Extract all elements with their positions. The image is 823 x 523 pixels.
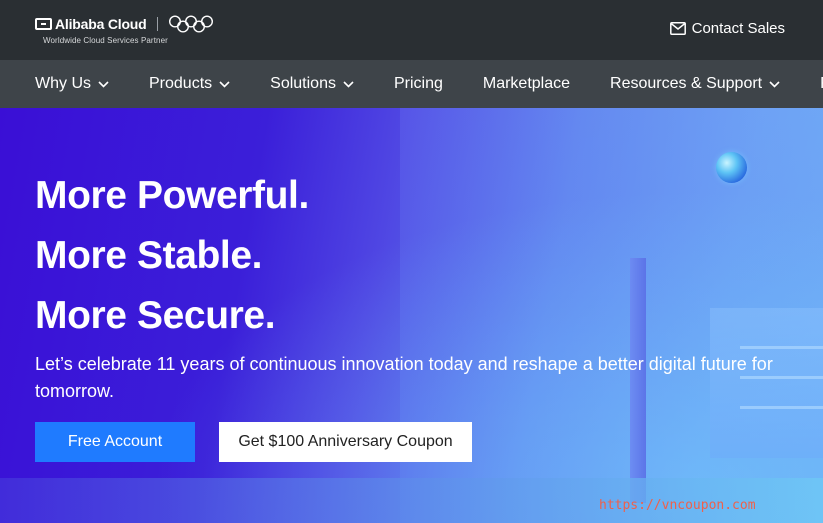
hero-banner: More Powerful. More Stable. More Secure.…: [0, 108, 823, 523]
brand-tagline: Worldwide Cloud Services Partner: [43, 36, 168, 45]
hero-headline-stable: More Stable.: [35, 234, 263, 277]
nav-item-solutions[interactable]: Solutions: [270, 75, 354, 93]
contact-sales-label: Contact Sales: [691, 20, 785, 37]
mail-icon: [669, 22, 686, 35]
nav-item-resources-support[interactable]: Resources & Support: [610, 75, 780, 93]
hero-background-step-line: [740, 406, 823, 409]
hero-subtext: Let’s celebrate 11 years of continuous i…: [35, 354, 773, 401]
chevron-down-icon: [219, 80, 230, 88]
top-bar: Alibaba Cloud Worldwide Cloud Services P…: [0, 0, 823, 60]
nav-item-marketplace[interactable]: Marketplace: [483, 75, 570, 93]
free-account-button[interactable]: Free Account: [35, 422, 195, 462]
nav-item-label: Products: [149, 75, 213, 92]
hero-background-step-line: [740, 346, 823, 349]
chevron-down-icon: [98, 80, 109, 88]
watermark-text: https://vncoupon.com: [599, 498, 756, 513]
main-navigation: Why Us Products Solutions Pricing Market…: [0, 60, 823, 108]
nav-item-label: Marketplace: [482, 75, 571, 92]
nav-item-label: Resources & Support: [610, 75, 763, 92]
contact-sales-link[interactable]: Contact Sales: [669, 20, 785, 37]
brand-name: Alibaba Cloud: [55, 16, 147, 32]
brand-logo[interactable]: Alibaba Cloud Worldwide Cloud Services P…: [35, 15, 215, 47]
alibaba-cloud-logo-icon: [35, 18, 52, 30]
nav-item-label: Why Us: [35, 75, 91, 92]
hero-headline-powerful: More Powerful.: [35, 174, 309, 217]
hero-headline-secure: More Secure.: [35, 294, 276, 337]
chevron-down-icon: [769, 80, 780, 88]
nav-item-pricing[interactable]: Pricing: [394, 75, 443, 93]
nav-item-label: Solutions: [270, 75, 336, 92]
olympic-rings-icon: [168, 15, 213, 33]
bubble-decoration-icon: [716, 152, 747, 183]
logo-divider: [156, 17, 158, 31]
nav-item-why-us[interactable]: Why Us: [35, 75, 109, 93]
anniversary-coupon-button[interactable]: Get $100 Anniversary Coupon: [219, 422, 472, 462]
nav-item-products[interactable]: Products: [149, 75, 230, 93]
nav-item-label: Pricing: [393, 75, 443, 92]
chevron-down-icon: [343, 80, 354, 88]
